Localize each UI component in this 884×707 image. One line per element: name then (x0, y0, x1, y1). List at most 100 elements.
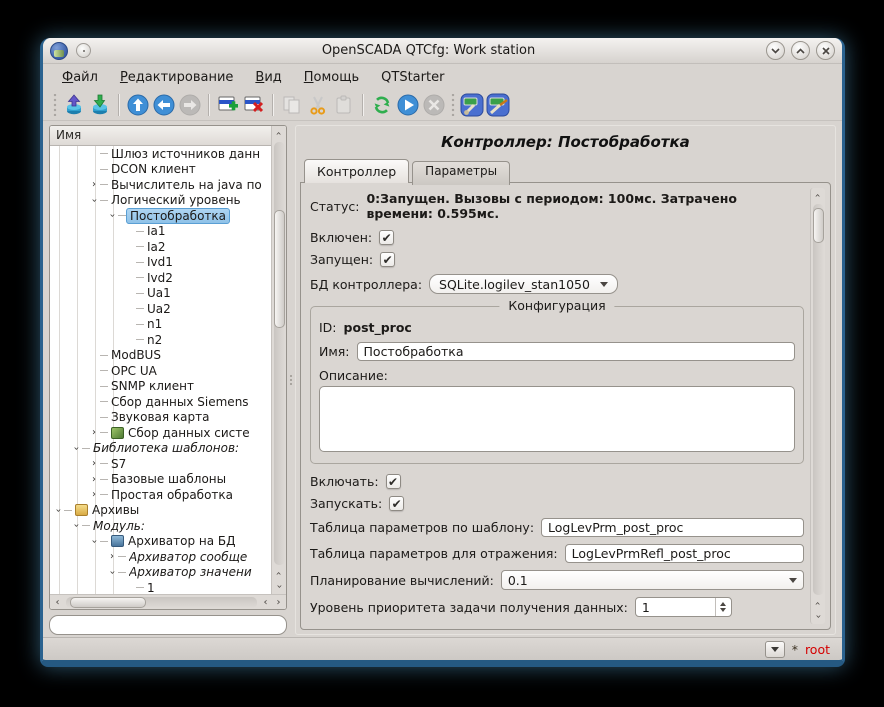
table-reflect-input[interactable] (565, 544, 804, 563)
scroll-up-icon[interactable]: › (273, 127, 286, 140)
menu-view[interactable]: Вид (246, 67, 290, 88)
spin-up-icon[interactable] (720, 602, 726, 606)
qtstarter-config-icon[interactable] (459, 92, 485, 118)
tree-vertical-scrollbar[interactable]: › › › (271, 126, 286, 594)
toolbar-handle[interactable] (450, 94, 456, 116)
expander-closed-icon[interactable]: › (88, 474, 100, 485)
tree-item[interactable]: ›Архиватор на БД (50, 534, 271, 550)
tree-item[interactable]: ›Логический уровень (50, 193, 271, 209)
description-textarea[interactable] (319, 386, 795, 452)
qtstarter-vision-icon[interactable] (485, 92, 511, 118)
tree-item[interactable]: Ivd2 (50, 270, 271, 286)
add-item-icon[interactable] (215, 92, 241, 118)
tab-parameters[interactable]: Параметры (412, 161, 510, 185)
expander-open-icon[interactable]: › (71, 520, 82, 532)
scroll-up-icon[interactable]: › (273, 567, 286, 580)
tree-item[interactable]: ›Архиватор значени (50, 565, 271, 581)
scroll-up-icon[interactable]: › (812, 189, 825, 202)
scroll-down-icon[interactable]: › (273, 580, 286, 593)
cut-icon[interactable] (305, 92, 331, 118)
tree-item[interactable]: ›Архиватор сообще (50, 549, 271, 565)
tree-item[interactable]: ModBUS (50, 348, 271, 364)
to-start-checkbox[interactable]: ✔ (389, 496, 404, 511)
tree-item[interactable]: Ua2 (50, 301, 271, 317)
tree-item[interactable]: Шлюз источников данн (50, 146, 271, 162)
splitter-handle[interactable] (287, 125, 295, 635)
tree-item[interactable]: ›Постобработка (50, 208, 271, 224)
expander-open-icon[interactable]: › (107, 566, 118, 578)
expander-closed-icon[interactable]: › (88, 427, 100, 438)
table-template-input[interactable] (541, 518, 804, 537)
save-to-db-icon[interactable] (87, 92, 113, 118)
tree-item[interactable]: ›Вычислитель на java по (50, 177, 271, 193)
scroll-left-icon[interactable]: ‹ (51, 596, 64, 609)
back-icon[interactable] (151, 92, 177, 118)
menu-edit[interactable]: Редактирование (111, 67, 242, 88)
copy-icon[interactable] (279, 92, 305, 118)
scroll-thumb[interactable] (70, 597, 146, 608)
user-select-button[interactable] (765, 641, 785, 658)
enabled-checkbox[interactable]: ✔ (379, 230, 394, 245)
tree-item[interactable]: Ua1 (50, 286, 271, 302)
tree-item[interactable]: ›Модуль: (50, 518, 271, 534)
running-checkbox[interactable]: ✔ (380, 252, 395, 267)
priority-spinbox[interactable]: 1 (635, 597, 732, 617)
expander-open-icon[interactable]: › (89, 194, 100, 206)
tree-item[interactable]: Ia1 (50, 224, 271, 240)
tree-item[interactable]: ›Архивы (50, 503, 271, 519)
close-icon[interactable] (816, 41, 835, 60)
up-level-icon[interactable] (125, 92, 151, 118)
start-icon[interactable] (395, 92, 421, 118)
scroll-thumb[interactable] (274, 210, 285, 328)
expander-closed-icon[interactable]: › (88, 489, 100, 500)
tree-item[interactable]: Звуковая карта (50, 410, 271, 426)
tree-filter-input[interactable] (49, 615, 287, 635)
scroll-up-icon[interactable]: › (812, 597, 825, 610)
paste-icon[interactable] (331, 92, 357, 118)
tree-item[interactable]: ›Простая обработка (50, 487, 271, 503)
scroll-left-icon[interactable]: ‹ (259, 596, 272, 609)
to-enable-checkbox[interactable]: ✔ (386, 474, 401, 489)
tree-column-header[interactable]: Имя (50, 126, 271, 146)
delete-item-icon[interactable] (241, 92, 267, 118)
tree-item[interactable]: n1 (50, 317, 271, 333)
spin-down-icon[interactable] (720, 608, 726, 612)
tree-horizontal-scrollbar[interactable]: ‹ ‹ › (50, 594, 286, 609)
controller-db-select[interactable]: SQLite.logilev_stan1050 (429, 274, 618, 294)
maximize-icon[interactable] (791, 41, 810, 60)
minimize-icon[interactable] (766, 41, 785, 60)
tree-item[interactable]: Ivd1 (50, 255, 271, 271)
tab-controller[interactable]: Контроллер (304, 159, 409, 183)
expander-open-icon[interactable]: › (71, 442, 82, 454)
tree-item[interactable]: OPC UA (50, 363, 271, 379)
stop-icon[interactable] (421, 92, 447, 118)
expander-closed-icon[interactable]: › (88, 458, 100, 469)
scroll-thumb[interactable] (813, 208, 824, 243)
tree-item[interactable]: SNMP клиент (50, 379, 271, 395)
schedule-combobox[interactable]: 0.1 (501, 570, 804, 590)
load-from-db-icon[interactable] (61, 92, 87, 118)
expander-open-icon[interactable]: › (53, 504, 64, 516)
tree-item[interactable]: ›Базовые шаблоны (50, 472, 271, 488)
expander-closed-icon[interactable]: › (106, 551, 118, 562)
expander-open-icon[interactable]: › (89, 535, 100, 547)
tree-item[interactable]: ›Сбор данных систе (50, 425, 271, 441)
tree-item[interactable]: 1 (50, 580, 271, 594)
menu-file[interactable]: Файл (53, 67, 107, 88)
name-input[interactable] (357, 342, 795, 361)
expander-open-icon[interactable]: › (107, 210, 118, 222)
toolbar-handle[interactable] (52, 94, 58, 116)
form-vertical-scrollbar[interactable]: › › › (810, 188, 825, 624)
menu-qtstarter[interactable]: QTStarter (372, 67, 453, 88)
tree-item[interactable]: n2 (50, 332, 271, 348)
tree-item[interactable]: Сбор данных Siemens (50, 394, 271, 410)
titlebar-menu-button[interactable] (76, 43, 91, 58)
tree-item[interactable]: ›Библиотека шаблонов: (50, 441, 271, 457)
expander-closed-icon[interactable]: › (88, 179, 100, 190)
tree-item[interactable]: ›S7 (50, 456, 271, 472)
scroll-down-icon[interactable]: › (812, 610, 825, 623)
tree-item[interactable]: DCON клиент (50, 162, 271, 178)
tree-item[interactable]: Ia2 (50, 239, 271, 255)
scroll-right-icon[interactable]: › (272, 596, 285, 609)
refresh-icon[interactable] (369, 92, 395, 118)
